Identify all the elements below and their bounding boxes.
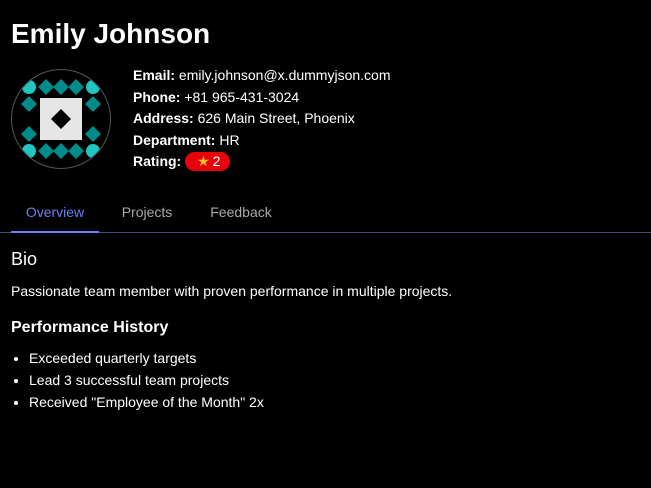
identicon-avatar-icon: [11, 69, 111, 169]
phone-value: +81 965-431-3024: [184, 88, 300, 105]
tab-feedback[interactable]: Feedback: [198, 193, 284, 232]
bio-heading: Bio: [11, 249, 38, 269]
rating-badge: ★ 2: [185, 152, 231, 172]
list-item: Received "Employee of the Month" 2x: [29, 391, 264, 413]
rating-row: Rating: ★ 2: [133, 151, 391, 173]
tab-projects[interactable]: Projects: [111, 193, 183, 232]
rating-value: 2: [212, 153, 221, 170]
email-label: Email:: [133, 67, 176, 83]
department-value: HR: [219, 131, 240, 148]
active-tab-indicator: [11, 231, 99, 233]
bio-text: Passionate team member with proven perfo…: [11, 283, 453, 299]
email-row: Email: emily.johnson@x.dummyjson.com: [133, 65, 391, 87]
tab-overview[interactable]: Overview: [11, 193, 99, 233]
contact-info: Email: emily.johnson@x.dummyjson.com Pho…: [133, 65, 391, 173]
performance-list: Exceeded quarterly targets Lead 3 succes…: [11, 347, 264, 413]
list-item: Exceeded quarterly targets: [29, 347, 264, 369]
phone-label: Phone:: [133, 88, 181, 105]
tab-projects-label: Projects: [121, 204, 173, 220]
phone-row: Phone: +81 965-431-3024: [133, 87, 391, 109]
performance-history-heading: Performance History: [11, 319, 169, 336]
list-item: Lead 3 successful team projects: [29, 369, 264, 391]
email-value: emily.johnson@x.dummyjson.com: [178, 67, 391, 83]
tab-feedback-label: Feedback: [210, 204, 272, 220]
department-row: Department: HR: [133, 130, 391, 152]
avatar: [11, 69, 111, 169]
profile-name: Emily Johnson: [11, 18, 211, 49]
department-label: Department:: [133, 131, 216, 148]
star-icon: ★: [197, 153, 210, 170]
profile-page: Emily Johnson Email: emily.johnson@x.dum…: [0, 0, 651, 488]
tab-overview-label: Overview: [25, 204, 85, 220]
address-label: Address:: [133, 110, 194, 127]
tab-bar: Overview Projects Feedback: [0, 193, 651, 233]
address-value: 626 Main Street, Phoenix: [197, 110, 355, 127]
rating-label: Rating:: [133, 153, 182, 170]
address-row: Address: 626 Main Street, Phoenix: [133, 108, 391, 130]
